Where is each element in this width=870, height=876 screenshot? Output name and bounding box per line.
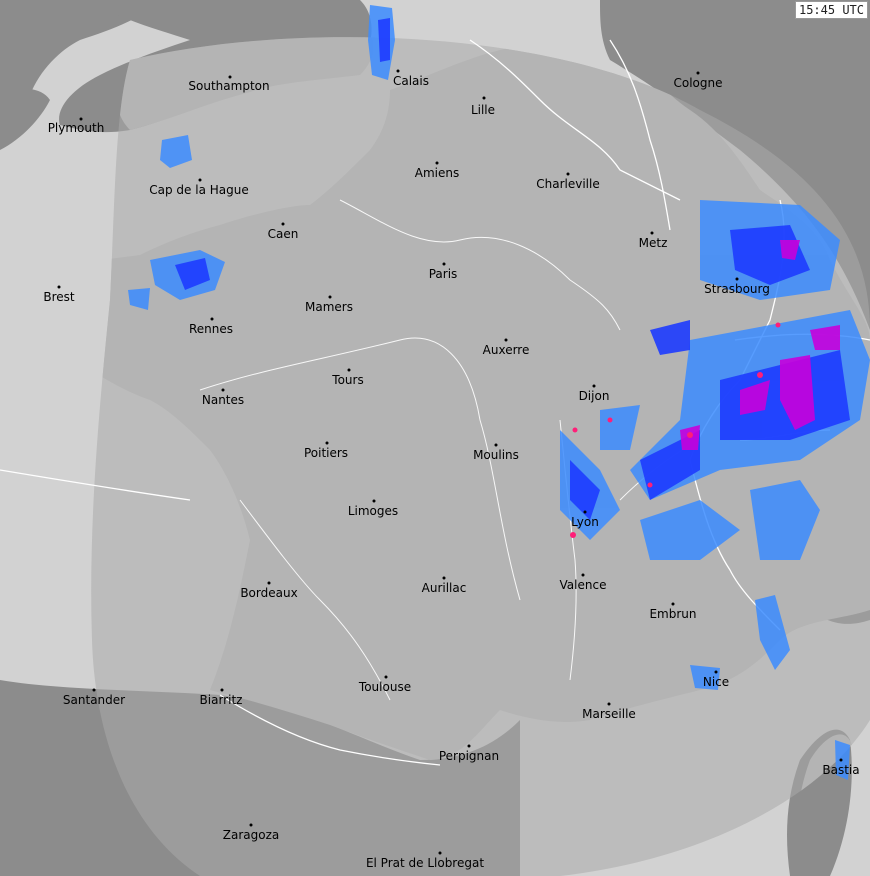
city-calais: Calais [393,74,429,88]
city-limoges: Limoges [348,504,398,518]
weather-radar-map[interactable]: Southampton Calais Cologne Plymouth Lill… [0,0,870,876]
city-el-prat-de-llobregat: El Prat de Llobregat [366,856,484,870]
city-tours: Tours [331,373,363,387]
city-poitiers: Poitiers [304,446,348,460]
city-bastia: Bastia [822,763,859,777]
timestamp-label: 15:45 UTC [794,1,868,19]
city-zaragoza: Zaragoza [223,828,279,842]
city-strasbourg: Strasbourg [704,282,770,296]
city-santander: Santander [63,693,125,707]
city-lille: Lille [471,103,495,117]
city-southampton: Southampton [188,79,269,93]
city-marseille: Marseille [582,707,636,721]
city-aurillac: Aurillac [422,581,467,595]
city-paris: Paris [429,267,458,281]
city-plymouth: Plymouth [48,121,105,135]
city-cap-de-la-hague: Cap de la Hague [149,183,248,197]
city-perpignan: Perpignan [439,749,499,763]
city-rennes: Rennes [189,322,233,336]
city-cologne: Cologne [673,76,722,90]
city-caen: Caen [268,227,299,241]
city-bordeaux: Bordeaux [240,586,297,600]
city-valence: Valence [560,578,607,592]
city-biarritz: Biarritz [200,693,243,707]
city-brest: Brest [43,290,75,304]
city-mamers: Mamers [305,300,353,314]
city-nice: Nice [703,675,729,689]
city-dijon: Dijon [579,389,610,403]
city-embrun: Embrun [649,607,696,621]
city-amiens: Amiens [415,166,459,180]
city-lyon: Lyon [571,515,599,529]
city-charleville: Charleville [536,177,599,191]
city-auxerre: Auxerre [483,343,530,357]
city-moulins: Moulins [473,448,519,462]
city-nantes: Nantes [202,393,244,407]
city-metz: Metz [639,236,668,250]
city-toulouse: Toulouse [358,680,411,694]
